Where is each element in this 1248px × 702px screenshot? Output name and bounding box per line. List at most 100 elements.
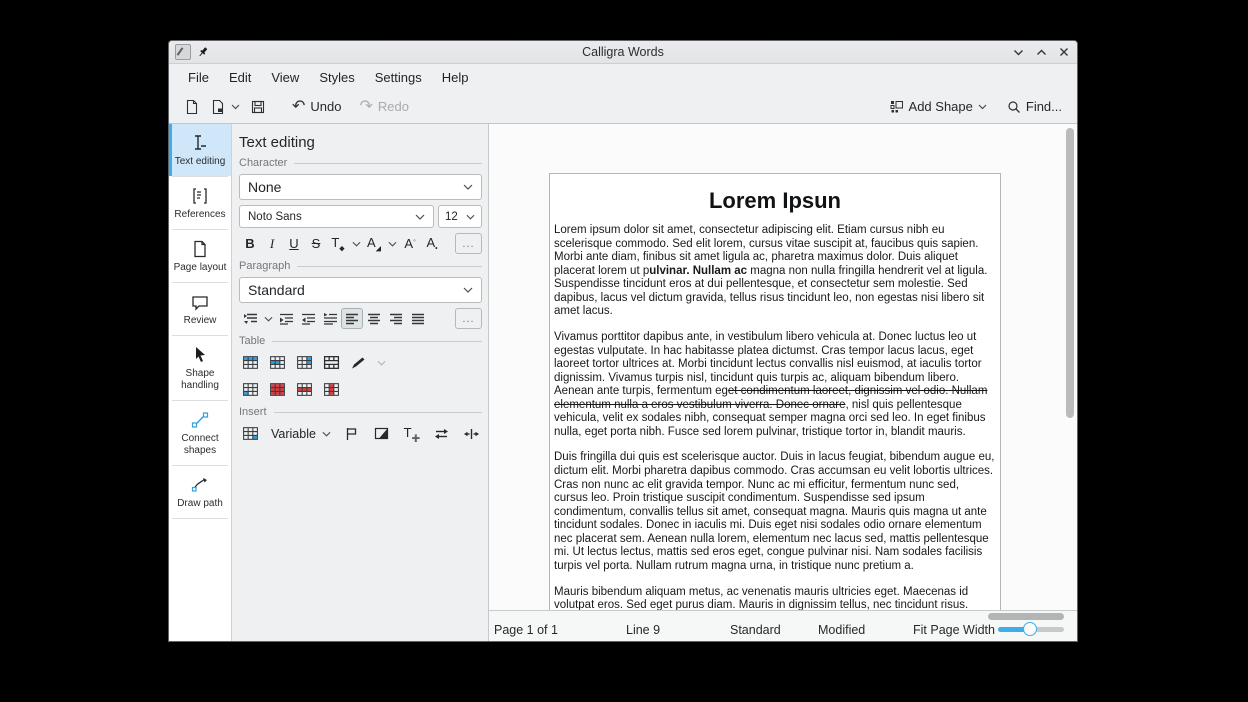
first-line-indent-button[interactable] bbox=[319, 308, 341, 329]
document-canvas[interactable]: Lorem Ipsun Lorem ipsum dolor sit amet, … bbox=[489, 124, 1077, 610]
redo-button[interactable]: ↷ Redo bbox=[354, 95, 413, 118]
zoom-slider-handle[interactable] bbox=[1023, 622, 1037, 636]
table-icon bbox=[242, 426, 259, 441]
menu-file[interactable]: File bbox=[179, 67, 218, 88]
align-right-button[interactable] bbox=[385, 308, 407, 329]
insert-frame-button[interactable] bbox=[371, 423, 393, 444]
align-center-button[interactable] bbox=[363, 308, 385, 329]
highlight-color-chevron-icon[interactable] bbox=[385, 233, 399, 254]
insert-bookmark-button[interactable] bbox=[341, 423, 363, 444]
align-justify-button[interactable] bbox=[407, 308, 429, 329]
delete-column-button[interactable] bbox=[320, 379, 342, 400]
add-shape-button[interactable]: Add Shape bbox=[885, 95, 992, 118]
insert-table-button[interactable] bbox=[239, 352, 261, 373]
insert-table-variable-button[interactable] bbox=[239, 423, 261, 444]
sidebar-item-text-editing[interactable]: Text editing bbox=[169, 124, 231, 176]
character-more-button[interactable]: ... bbox=[455, 233, 482, 254]
split-cells-button[interactable] bbox=[239, 379, 261, 400]
menu-view[interactable]: View bbox=[262, 67, 308, 88]
list-format-button[interactable] bbox=[239, 308, 261, 329]
insert-column-button[interactable] bbox=[293, 352, 315, 373]
align-left-button[interactable] bbox=[341, 308, 363, 329]
horizontal-arrows-icon bbox=[434, 428, 449, 440]
delete-row-icon bbox=[296, 382, 313, 397]
delete-table-icon bbox=[269, 382, 286, 397]
status-zoom-mode[interactable]: Fit Page Width bbox=[913, 623, 995, 637]
new-document-button[interactable] bbox=[179, 95, 205, 119]
strikethrough-button[interactable]: S bbox=[305, 233, 327, 254]
references-icon bbox=[190, 186, 210, 206]
menu-styles[interactable]: Styles bbox=[310, 67, 363, 88]
split-arrows-icon bbox=[464, 428, 479, 440]
decrease-indent-button[interactable] bbox=[297, 308, 319, 329]
maximize-button[interactable] bbox=[1034, 45, 1048, 59]
zoom-slider[interactable] bbox=[998, 627, 1064, 632]
vertical-scrollbar-thumb[interactable] bbox=[1066, 128, 1074, 418]
sidebar-item-references[interactable]: References bbox=[169, 177, 231, 229]
redo-label: Redo bbox=[378, 99, 409, 114]
superscript-button[interactable]: A◦ bbox=[399, 233, 421, 254]
character-style-combo[interactable]: None bbox=[239, 174, 482, 200]
minimize-button[interactable] bbox=[1011, 45, 1025, 59]
document-view: Lorem Ipsun Lorem ipsum dolor sit amet, … bbox=[489, 124, 1077, 641]
merge-cells-button[interactable] bbox=[320, 352, 342, 373]
tool-tabstrip: Text editing References Page layout bbox=[169, 124, 232, 641]
bold-button[interactable]: B bbox=[239, 233, 261, 254]
text-color-chevron-icon[interactable] bbox=[349, 233, 363, 254]
insert-row-button[interactable] bbox=[266, 352, 288, 373]
insert-column-icon bbox=[296, 355, 313, 370]
shape-handling-icon bbox=[190, 345, 210, 365]
underline-button[interactable]: U bbox=[283, 233, 305, 254]
save-button[interactable] bbox=[245, 95, 271, 119]
edit-table-style-button[interactable] bbox=[347, 352, 369, 373]
new-document-icon bbox=[184, 99, 200, 115]
insert-text-button[interactable]: T➕ bbox=[401, 423, 423, 444]
undo-button[interactable]: ↶ Undo bbox=[287, 95, 346, 118]
sidebar-item-draw-path[interactable]: Draw path bbox=[169, 466, 231, 518]
align-center-icon bbox=[367, 313, 381, 325]
review-icon bbox=[190, 292, 210, 312]
italic-button[interactable]: I bbox=[261, 233, 283, 254]
sidebar-item-page-layout[interactable]: Page layout bbox=[169, 230, 231, 282]
sidebar-item-connect-shapes[interactable]: Connect shapes bbox=[169, 401, 231, 465]
delete-row-button[interactable] bbox=[293, 379, 315, 400]
find-button[interactable]: Find... bbox=[1002, 95, 1067, 118]
paragraph-style-combo[interactable]: Standard bbox=[239, 277, 482, 303]
menu-edit[interactable]: Edit bbox=[220, 67, 260, 88]
menubar: File Edit View Styles Settings Help bbox=[169, 64, 1077, 90]
sidebar-item-review[interactable]: Review bbox=[169, 283, 231, 335]
status-style[interactable]: Standard bbox=[730, 623, 781, 637]
calligra-words-window: Calligra Words File Edit View Styles Set… bbox=[168, 40, 1078, 642]
text-color-button[interactable]: T◆ bbox=[327, 233, 349, 254]
font-size-combo[interactable]: 12 bbox=[438, 205, 482, 228]
chevron-down-icon bbox=[466, 214, 475, 220]
document-page[interactable]: Lorem Ipsun Lorem ipsum dolor sit amet, … bbox=[549, 173, 1001, 610]
highlight-color-button[interactable]: A◢ bbox=[363, 233, 385, 254]
insert-row-icon bbox=[269, 355, 286, 370]
close-button[interactable] bbox=[1057, 45, 1071, 59]
list-format-chevron-icon[interactable] bbox=[261, 308, 275, 329]
panel-title: Text editing bbox=[239, 134, 482, 151]
table-style-chevron-icon[interactable] bbox=[374, 352, 388, 373]
find-label: Find... bbox=[1026, 99, 1062, 114]
sidebar-item-shape-handling[interactable]: Shape handling bbox=[169, 336, 231, 400]
subscript-button[interactable]: A• bbox=[421, 233, 443, 254]
font-family-combo[interactable]: Noto Sans bbox=[239, 205, 434, 228]
vertical-scrollbar[interactable] bbox=[1065, 127, 1075, 607]
delete-table-button[interactable] bbox=[266, 379, 288, 400]
increase-indent-button[interactable] bbox=[275, 308, 297, 329]
open-document-button[interactable] bbox=[205, 95, 245, 119]
menu-help[interactable]: Help bbox=[433, 67, 478, 88]
insert-page-break-button[interactable] bbox=[431, 423, 453, 444]
section-paragraph: Paragraph bbox=[239, 260, 290, 272]
horizontal-scrollbar-thumb[interactable] bbox=[988, 613, 1064, 620]
section-table: Table bbox=[239, 335, 265, 347]
titlebar: Calligra Words bbox=[169, 41, 1077, 64]
add-shape-chevron-icon bbox=[978, 104, 987, 110]
variable-combo[interactable]: Variable bbox=[269, 425, 333, 443]
menu-settings[interactable]: Settings bbox=[366, 67, 431, 88]
paragraph-more-button[interactable]: ... bbox=[455, 308, 482, 329]
open-recent-chevron-icon[interactable] bbox=[231, 104, 240, 110]
status-modified: Modified bbox=[818, 623, 865, 637]
insert-index-button[interactable] bbox=[461, 423, 483, 444]
